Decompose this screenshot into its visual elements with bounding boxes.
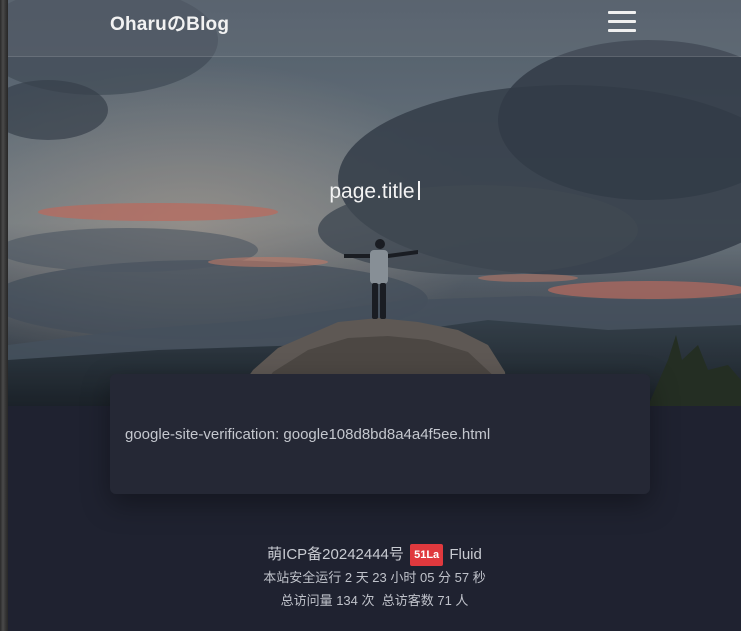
icp-link[interactable]: 萌ICP备20242444号 (267, 546, 404, 563)
visit-count: 总访问量 134 次 (280, 593, 375, 608)
uptime-text: 本站安全运行 2 天 23 小时 05 分 57 秒 (263, 570, 486, 585)
page-title: page.title (8, 180, 741, 204)
stats-line: 总访问量 134 次 总访客数 71 人 (8, 591, 741, 611)
window-edge (0, 0, 8, 631)
card-body-text: google-site-verification: google108d8bd8… (125, 426, 491, 443)
visitor-count: 总访客数 71 人 (381, 593, 469, 608)
51la-badge[interactable]: 51La (410, 544, 444, 566)
typing-cursor (417, 181, 420, 200)
footer: 萌ICP备20242444号 51La Fluid 本站安全运行 2 天 23 … (8, 544, 741, 611)
content-card: google-site-verification: google108d8bd8… (110, 374, 650, 494)
hamburger-menu-icon[interactable] (606, 8, 638, 36)
fluid-theme-link[interactable]: Fluid (449, 546, 482, 563)
navbar: OharuのBlog (8, 0, 741, 57)
page-title-text: page.title (329, 180, 415, 203)
site-brand-link[interactable]: OharuのBlog (110, 9, 229, 36)
footer-icp-line: 萌ICP备20242444号 51La Fluid (8, 544, 741, 566)
